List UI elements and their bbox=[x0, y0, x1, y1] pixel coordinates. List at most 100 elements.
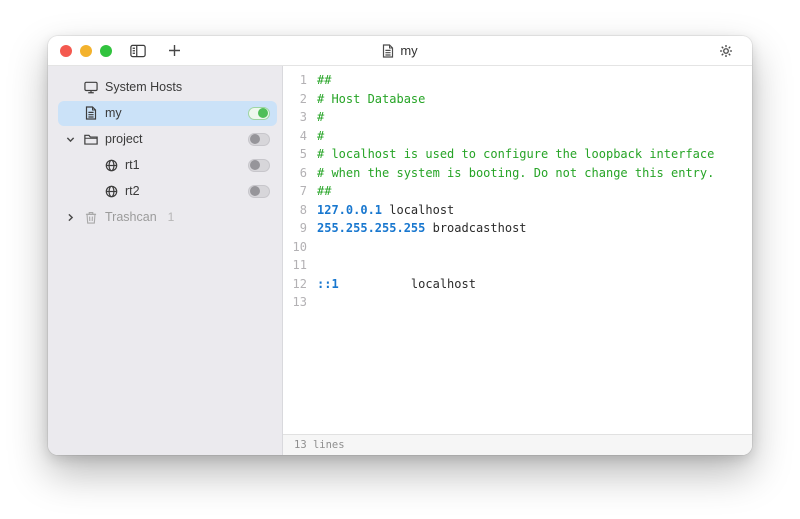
code-token-comment: # bbox=[317, 110, 324, 124]
zoom-button[interactable] bbox=[100, 45, 112, 57]
sidebar-item-trashcan[interactable]: Trashcan 1 bbox=[48, 204, 282, 230]
editor-line: 2 # Host Database bbox=[283, 90, 752, 109]
hosts-toggle-off[interactable] bbox=[248, 133, 270, 146]
sidebar-item-label: rt2 bbox=[125, 184, 140, 198]
line-content: # when the system is booting. Do not cha… bbox=[317, 164, 714, 183]
status-bar: 13 lines bbox=[283, 434, 752, 455]
editor-line: 4# bbox=[283, 127, 752, 146]
editor-line: 5 # localhost is used to configure the lo… bbox=[283, 145, 752, 164]
editor-line: 12::1 localhost bbox=[283, 275, 752, 294]
line-content: # bbox=[317, 127, 324, 146]
sidebar-item-my[interactable]: my bbox=[48, 100, 282, 126]
chevron-right-icon[interactable] bbox=[64, 211, 76, 223]
code-token-comment: # bbox=[317, 129, 324, 143]
line-number: 1 bbox=[283, 71, 307, 90]
sidebar-item-label: System Hosts bbox=[105, 80, 182, 94]
hosts-toggle-off[interactable] bbox=[248, 185, 270, 198]
line-count-label: 13 lines bbox=[294, 439, 345, 451]
globe-icon bbox=[104, 184, 118, 198]
sidebar-item-rt1[interactable]: rt1 bbox=[48, 152, 282, 178]
line-number: 8 bbox=[283, 201, 307, 220]
line-content: ::1 localhost bbox=[317, 275, 476, 294]
code-token-comment: ## bbox=[317, 184, 331, 198]
line-content: 255.255.255.255 broadcasthost bbox=[317, 219, 527, 238]
chevron-spacer bbox=[64, 81, 76, 93]
line-number: 6 bbox=[283, 164, 307, 183]
plus-icon bbox=[168, 44, 181, 57]
code-token-comment: # when the system is booting. Do not cha… bbox=[317, 166, 714, 180]
line-number: 5 bbox=[283, 145, 307, 164]
editor-line: 10 bbox=[283, 238, 752, 257]
code-token-ip: 127.0.0.1 bbox=[317, 203, 382, 217]
folder-icon bbox=[84, 132, 98, 146]
editor-line: 1 ## bbox=[283, 71, 752, 90]
sidebar-item-rt2[interactable]: rt2 bbox=[48, 178, 282, 204]
chevron-down-icon[interactable] bbox=[64, 133, 76, 145]
line-number: 13 bbox=[283, 293, 307, 312]
window-body: System Hostsmyprojectrt1rt2Trashcan1 1##… bbox=[48, 66, 752, 455]
sidebar-item-label: project bbox=[105, 132, 143, 146]
code-token-comment: ## bbox=[317, 73, 331, 87]
selection-highlight bbox=[58, 153, 277, 178]
toggle-knob bbox=[250, 186, 260, 196]
hosts-toggle-on[interactable] bbox=[248, 107, 270, 120]
window-title-text: my bbox=[400, 43, 417, 58]
editor-line: 13 bbox=[283, 293, 752, 312]
item-count-badge: 1 bbox=[168, 210, 175, 224]
sidebar-hosts-list: System Hosts my project rt1 rt2 Trashcan 1 bbox=[48, 66, 283, 455]
line-number: 4 bbox=[283, 127, 307, 146]
sidebar-item-label: rt1 bbox=[125, 158, 140, 172]
chevron-spacer bbox=[64, 159, 76, 171]
hosts-toggle-off[interactable] bbox=[248, 159, 270, 172]
editor-line: 8 127.0.0.1 localhost bbox=[283, 201, 752, 220]
document-icon bbox=[382, 44, 394, 58]
code-token-ip: 255.255.255.255 bbox=[317, 221, 425, 235]
sidebar-item-label: my bbox=[105, 106, 122, 120]
editor-line: 9 255.255.255.255 broadcasthost bbox=[283, 219, 752, 238]
window-title: my bbox=[48, 36, 752, 65]
selection-highlight bbox=[58, 179, 277, 204]
toggle-knob bbox=[250, 160, 260, 170]
window-controls bbox=[60, 45, 112, 57]
monitor-icon bbox=[84, 80, 98, 94]
line-content: ## bbox=[317, 71, 331, 90]
editor-line: 3# bbox=[283, 108, 752, 127]
line-number: 9 bbox=[283, 219, 307, 238]
line-number: 11 bbox=[283, 256, 307, 275]
globe-icon bbox=[104, 158, 118, 172]
minimize-button[interactable] bbox=[80, 45, 92, 57]
line-content: # localhost is used to configure the loo… bbox=[317, 145, 714, 164]
trash-icon bbox=[84, 210, 98, 224]
line-number: 10 bbox=[283, 238, 307, 257]
title-bar: my bbox=[48, 36, 752, 66]
sidebar-item-project[interactable]: project bbox=[48, 126, 282, 152]
toggle-knob bbox=[258, 108, 268, 118]
code-token-ip: ::1 bbox=[317, 277, 339, 291]
sidebar-item-system-hosts[interactable]: System Hosts bbox=[48, 74, 282, 100]
code-token-comment: # localhost is used to configure the loo… bbox=[317, 147, 714, 161]
line-number: 12 bbox=[283, 275, 307, 294]
code-token-text: broadcasthost bbox=[425, 221, 526, 235]
line-number: 7 bbox=[283, 182, 307, 201]
sidebar-item-label: Trashcan bbox=[105, 210, 157, 224]
line-number: 3 bbox=[283, 108, 307, 127]
sidebar-toggle-icon bbox=[130, 44, 146, 58]
document-icon bbox=[84, 106, 98, 120]
chevron-spacer bbox=[64, 107, 76, 119]
line-content: 127.0.0.1 localhost bbox=[317, 201, 454, 220]
gear-icon bbox=[718, 43, 734, 59]
line-content: # Host Database bbox=[317, 90, 425, 109]
line-number: 2 bbox=[283, 90, 307, 109]
line-content: ## bbox=[317, 182, 331, 201]
editor-line: 7 ## bbox=[283, 182, 752, 201]
toggle-knob bbox=[250, 134, 260, 144]
line-content: # bbox=[317, 108, 324, 127]
editor-line: 11 bbox=[283, 256, 752, 275]
app-window: my System Hosts my project rt1 rt2 Trashcan 1 … bbox=[48, 36, 752, 455]
toggle-sidebar-button[interactable] bbox=[126, 40, 150, 62]
hosts-editor[interactable]: 1##2# Host Database3#4#5# localhost is u… bbox=[283, 66, 752, 434]
settings-button[interactable] bbox=[718, 43, 734, 59]
close-button[interactable] bbox=[60, 45, 72, 57]
add-hosts-button[interactable] bbox=[162, 40, 186, 62]
editor-line: 6 # when the system is booting. Do not ch… bbox=[283, 164, 752, 183]
